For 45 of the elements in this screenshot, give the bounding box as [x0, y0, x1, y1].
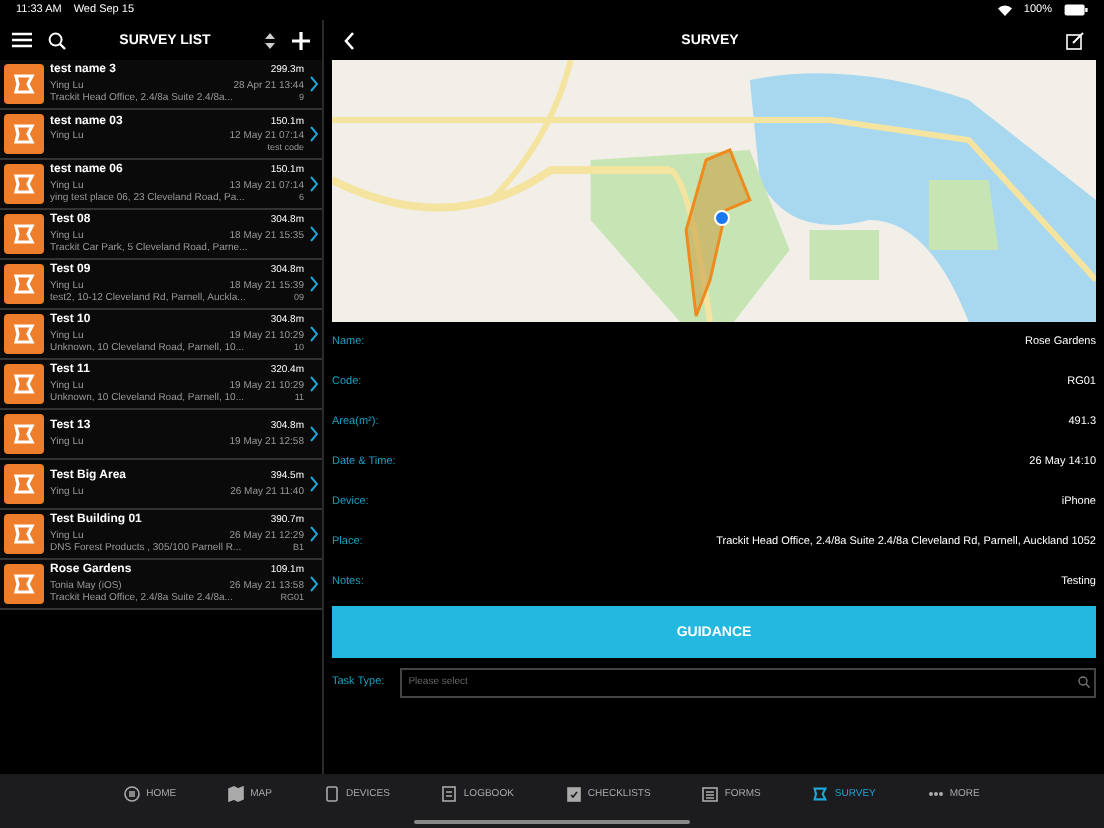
clipboard-icon — [565, 786, 582, 802]
survey-icon — [12, 472, 36, 496]
chevron-right-icon — [310, 526, 318, 542]
chevron-right-icon — [310, 126, 318, 142]
chevron-right-icon — [310, 276, 318, 292]
sort-icon — [264, 31, 276, 49]
search-button[interactable] — [48, 31, 66, 49]
tablet-icon — [323, 786, 340, 802]
survey-icon — [12, 122, 36, 146]
chevron-right-icon — [310, 476, 318, 492]
back-button[interactable] — [344, 31, 354, 49]
map-icon — [228, 786, 245, 802]
chevron-left-icon — [344, 31, 354, 49]
survey-icon — [12, 522, 36, 546]
chevron-right-icon — [310, 376, 318, 392]
survey-icon — [12, 172, 36, 196]
chevron-right-icon — [310, 326, 318, 342]
chevron-right-icon — [310, 576, 318, 592]
survey-icon — [12, 72, 36, 96]
menu-button[interactable] — [12, 32, 32, 48]
survey-icon — [812, 786, 829, 802]
edit-button[interactable] — [1066, 31, 1084, 49]
plus-icon — [292, 31, 310, 49]
search-icon — [48, 31, 66, 49]
chevron-right-icon — [310, 426, 318, 442]
notebook-icon — [441, 786, 458, 802]
add-button[interactable] — [292, 31, 310, 49]
edit-icon — [1066, 31, 1084, 49]
survey-icon — [12, 222, 36, 246]
battery-icon — [1064, 4, 1088, 16]
survey-icon — [12, 322, 36, 346]
survey-icon — [12, 422, 36, 446]
survey-icon — [12, 372, 36, 396]
survey-icon — [12, 572, 36, 596]
survey-icon — [12, 272, 36, 296]
form-icon — [702, 786, 719, 802]
sort-button[interactable] — [264, 31, 276, 49]
search-icon — [1078, 676, 1090, 688]
chevron-right-icon — [310, 76, 318, 92]
wifi-icon — [997, 4, 1012, 16]
chevron-right-icon — [310, 176, 318, 192]
more-icon — [927, 786, 944, 802]
menu-icon — [12, 32, 32, 48]
chevron-right-icon — [310, 226, 318, 242]
home-icon — [124, 786, 141, 802]
